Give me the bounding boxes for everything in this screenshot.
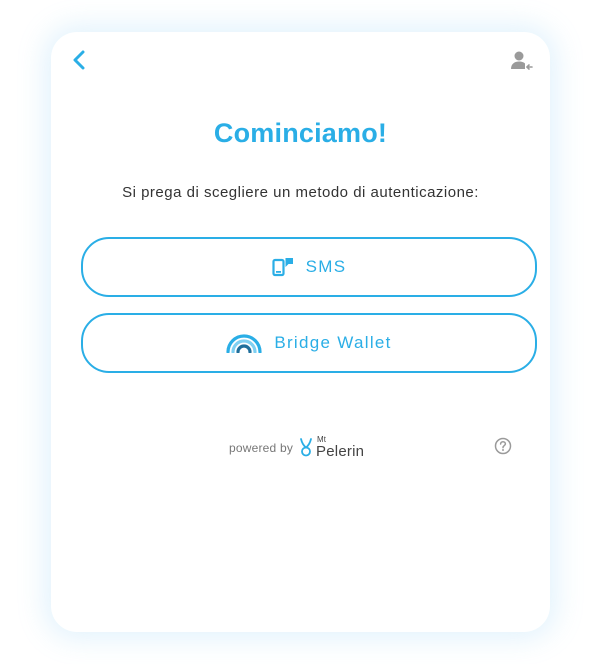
mt-pelerin-logo[interactable]: Mt Pelerin bbox=[299, 436, 364, 459]
sms-button[interactable]: SMS bbox=[81, 237, 537, 297]
auth-card: Cominciamo! Si prega di scegliere un met… bbox=[51, 32, 550, 632]
page-subtitle: Si prega di scegliere un metodo di auten… bbox=[122, 184, 479, 201]
mt-pelerin-mark-icon bbox=[300, 437, 312, 456]
powered-by-footer: powered by Mt Pelerin bbox=[229, 436, 364, 460]
page-title: Cominciamo! bbox=[213, 118, 388, 148]
phone-message-icon bbox=[272, 258, 293, 277]
bridge-wallet-icon bbox=[226, 334, 262, 353]
user-switch-icon bbox=[511, 51, 533, 70]
powered-by-text: powered by bbox=[229, 440, 294, 455]
sms-button-label: SMS bbox=[305, 257, 347, 276]
help-button[interactable] bbox=[493, 436, 513, 456]
back-button[interactable] bbox=[65, 46, 93, 74]
bridge-wallet-button[interactable]: Bridge Wallet bbox=[81, 313, 537, 373]
question-circle-icon bbox=[494, 437, 512, 455]
user-switch-button[interactable] bbox=[508, 48, 536, 74]
chevron-left-icon bbox=[73, 50, 85, 70]
bridge-wallet-button-label: Bridge Wallet bbox=[274, 333, 392, 352]
logo-pelerin-text: Pelerin bbox=[316, 443, 365, 460]
